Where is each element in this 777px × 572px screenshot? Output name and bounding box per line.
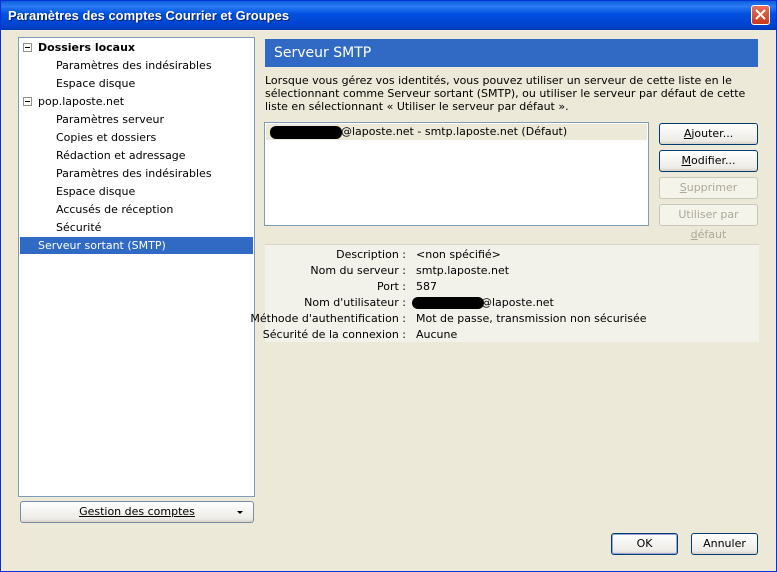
default-button-label-post: éfaut (697, 228, 727, 241)
default-button-accesskey: d (690, 228, 698, 241)
tree-item-local-disk[interactable]: Espace disque (56, 75, 135, 92)
tree-item-account[interactable]: pop.laposte.net (38, 93, 124, 110)
title-bar[interactable]: Paramètres des comptes Courrier et Group… (1, 1, 776, 30)
add-server-button[interactable]: Ajouter... (659, 123, 758, 145)
smtp-server-list[interactable]: @laposte.net - smtp.laposte.net (Défaut) (264, 122, 649, 226)
tree-item-smtp[interactable]: Serveur sortant (SMTP) (20, 237, 253, 254)
add-button-label-post: jouter... (691, 127, 734, 140)
tree-item-account-disk[interactable]: Espace disque (56, 183, 135, 200)
tree-item-local-junk[interactable]: Paramètres des indésirables (56, 57, 212, 74)
default-button-label-pre: Utiliser par (678, 208, 739, 221)
username-label: Nom d'utilisateur : (304, 296, 406, 309)
window-title: Paramètres des comptes Courrier et Group… (8, 8, 290, 23)
ok-button[interactable]: OK (611, 533, 678, 555)
username-value: @laposte.net (481, 296, 554, 309)
auth-method-value: Mot de passe, transmission non sécurisée (416, 312, 647, 325)
port-label: Port : (376, 280, 406, 293)
close-icon (755, 9, 766, 20)
tree-item-security[interactable]: Sécurité (56, 219, 101, 236)
collapse-icon[interactable] (23, 43, 32, 52)
redacted-scribble (412, 297, 484, 309)
account-tree: Dossiers locaux Paramètres des indésirab… (18, 37, 255, 497)
smtp-server-entry: @laposte.net - smtp.laposte.net (Défaut) (341, 125, 568, 138)
tree-item-server-settings[interactable]: Paramètres serveur (56, 111, 164, 128)
tree-item-local-folders[interactable]: Dossiers locaux (38, 39, 135, 56)
remove-button-accesskey: S (679, 181, 687, 194)
edit-server-button[interactable]: Modifier... (659, 150, 758, 172)
edit-button-accesskey: M (681, 154, 692, 167)
connection-security-label: Sécurité de la connexion : (262, 328, 406, 341)
server-name-value: smtp.laposte.net (416, 264, 510, 277)
tree-item-account-junk[interactable]: Paramètres des indésirables (56, 165, 212, 182)
set-default-button[interactable]: Utiliser par défaut (659, 204, 758, 241)
server-details: Description : <non spécifié> Nom du serv… (250, 244, 759, 342)
panel-header: Serveur SMTP (265, 39, 758, 67)
panel-description: Lorsque vous gérez vos identités, vous p… (265, 74, 746, 113)
cancel-button[interactable]: Annuler (691, 533, 758, 555)
description-value: <non spécifié> (416, 248, 501, 261)
collapse-icon[interactable] (23, 97, 32, 106)
tree-item-receipts[interactable]: Accusés de réception (56, 201, 173, 218)
tree-item-smtp-label: Serveur sortant (SMTP) (38, 239, 166, 252)
tree-item-composition[interactable]: Rédaction et adressage (56, 147, 186, 164)
remove-server-button[interactable]: Supprimer (659, 177, 758, 199)
port-value: 587 (416, 280, 437, 293)
close-button[interactable] (751, 5, 770, 25)
account-actions-label: Gestion des comptes (79, 505, 195, 518)
redacted-scribble (270, 126, 342, 139)
dropdown-arrow-icon (237, 511, 243, 514)
connection-security-value: Aucune (416, 328, 458, 341)
account-actions-button[interactable]: Gestion des comptes (20, 501, 254, 523)
server-name-label: Nom du serveur : (310, 264, 406, 277)
tree-item-copies-folders[interactable]: Copies et dossiers (56, 129, 156, 146)
remove-button-label-post: upprimer (686, 181, 738, 194)
description-label: Description : (336, 248, 406, 261)
edit-button-label-post: odifier... (691, 154, 736, 167)
smtp-server-row[interactable]: @laposte.net - smtp.laposte.net (Défaut) (266, 124, 647, 140)
auth-method-label: Méthode d'authentification : (250, 312, 406, 325)
account-settings-window: Paramètres des comptes Courrier et Group… (0, 0, 777, 572)
